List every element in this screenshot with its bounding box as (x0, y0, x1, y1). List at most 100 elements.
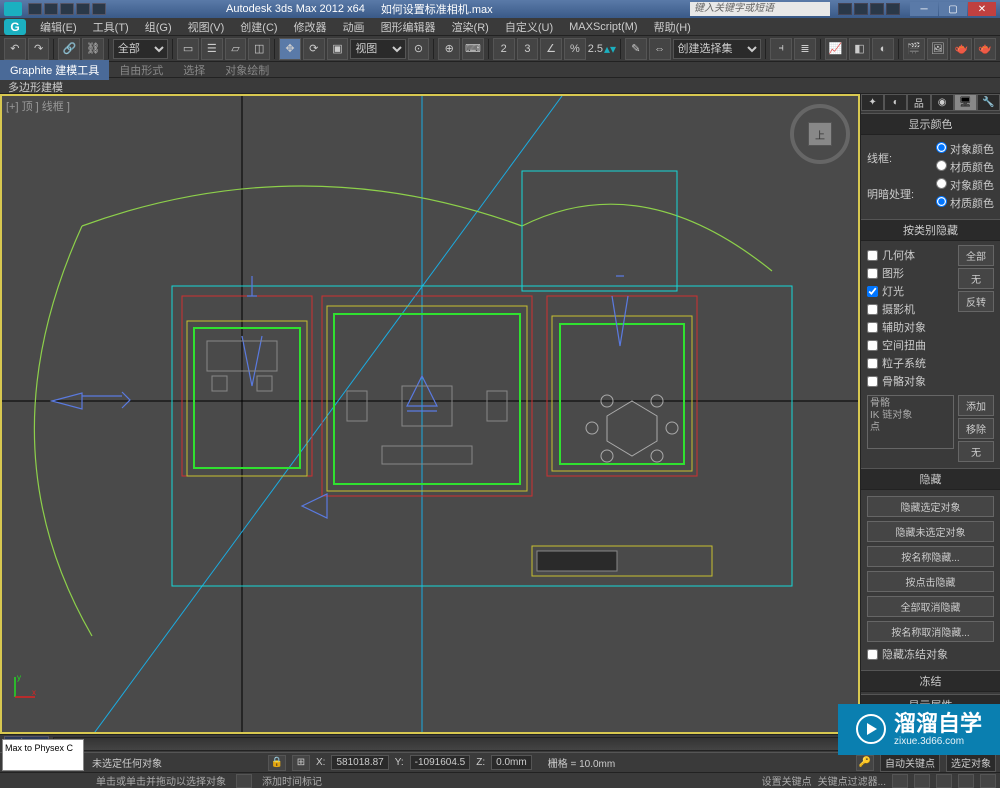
btn-none2[interactable]: 无 (958, 441, 994, 462)
btn-unhide-by-name[interactable]: 按名称取消隐藏... (867, 621, 994, 642)
play-start-icon[interactable] (892, 774, 908, 788)
layers-button[interactable]: ≣ (794, 38, 816, 60)
btn-none[interactable]: 无 (958, 268, 994, 289)
use-center-button[interactable]: ⊙ (408, 38, 430, 60)
qat-save-icon[interactable] (60, 3, 74, 15)
qat-undo-icon[interactable] (76, 3, 90, 15)
x-coord-input[interactable]: 581018.87 (331, 755, 388, 770)
abs-rel-icon[interactable]: ⊞ (292, 755, 310, 771)
ribbon-tab-paint[interactable]: 对象绘制 (215, 60, 279, 80)
undo-button[interactable]: ↶ (4, 38, 26, 60)
radio-wf-obj[interactable]: 对象颜色 (936, 141, 994, 157)
check-particles[interactable]: 粒子系统 (867, 355, 954, 371)
percent-snap-button[interactable]: % (564, 38, 586, 60)
menu-views[interactable]: 视图(V) (180, 19, 233, 35)
material-editor-button[interactable]: ◐ (872, 38, 894, 60)
keyboard-shortcut-button[interactable]: ⌨ (462, 38, 484, 60)
btn-add[interactable]: 添加 (958, 395, 994, 416)
ribbon-tab-graphite[interactable]: Graphite 建模工具 (0, 60, 109, 80)
maximize-button[interactable]: ▢ (939, 2, 967, 16)
setkey-button[interactable]: 设置关键点 (762, 773, 812, 788)
menu-animation[interactable]: 动画 (335, 19, 373, 35)
play-end-icon[interactable] (980, 774, 996, 788)
selected-key-dropdown[interactable]: 选定对象 (946, 753, 996, 772)
tab-modify[interactable]: ◐ (884, 94, 907, 111)
menu-modifiers[interactable]: 修改器 (286, 19, 335, 35)
select-move-button[interactable]: ✥ (279, 38, 301, 60)
rollout-header[interactable]: 冻结 (861, 670, 1000, 692)
check-spacewarps[interactable]: 空间扭曲 (867, 337, 954, 353)
unlink-button[interactable]: ⛓ (82, 38, 104, 60)
y-coord-input[interactable]: -1091604.5 (410, 755, 471, 770)
infocenter-icon[interactable] (838, 3, 852, 15)
lock-selection-icon[interactable]: 🔒 (268, 755, 286, 771)
maxscript-listener[interactable]: Max to Physex C (2, 739, 84, 771)
check-shapes[interactable]: 图形 (867, 265, 954, 281)
viewport-top[interactable]: [+] 顶 ] 线框 ] 上 (0, 94, 860, 734)
named-sel-edit-button[interactable]: ✎ (625, 38, 647, 60)
rollout-header[interactable]: 显示颜色 (861, 113, 1000, 135)
menu-group[interactable]: 组(G) (137, 19, 180, 35)
menu-create[interactable]: 创建(C) (232, 19, 285, 35)
radio-sh-mat[interactable]: 材质颜色 (936, 195, 994, 211)
menu-graph-editors[interactable]: 图形编辑器 (373, 19, 444, 35)
mirror-button[interactable]: ⇔ (649, 38, 671, 60)
snap-2d-button[interactable]: 2 (493, 38, 515, 60)
application-menu-button[interactable]: G (4, 19, 26, 35)
btn-hide-by-name[interactable]: 按名称隐藏... (867, 546, 994, 567)
signin-icon[interactable] (854, 3, 868, 15)
ribbon-panel-label[interactable]: 多边形建模 (0, 78, 1000, 94)
menu-edit[interactable]: 编辑(E) (32, 19, 85, 35)
qat-new-icon[interactable] (28, 3, 42, 15)
render-setup-button[interactable]: 🎬 (903, 38, 925, 60)
menu-customize[interactable]: 自定义(U) (497, 19, 561, 35)
viewcube-face[interactable]: 上 (808, 122, 832, 146)
tab-display[interactable]: 🖥 (954, 94, 977, 111)
check-cameras[interactable]: 摄影机 (867, 301, 954, 317)
tab-create[interactable]: ✦ (861, 94, 884, 111)
radio-wf-mat[interactable]: 材质颜色 (936, 159, 994, 175)
curve-editor-button[interactable]: 📈 (825, 38, 847, 60)
select-region-button[interactable]: ▱ (225, 38, 247, 60)
selection-filter-dropdown[interactable]: 全部 (113, 39, 168, 59)
key-filters-button[interactable]: 关键点过滤器... (818, 773, 886, 788)
ref-coord-dropdown[interactable]: 视图 (350, 39, 405, 59)
manipulate-button[interactable]: ⊕ (438, 38, 460, 60)
check-helpers[interactable]: 辅助对象 (867, 319, 954, 335)
autokey-button[interactable]: 自动关键点 (880, 753, 940, 772)
rollout-header[interactable]: 隐藏 (861, 468, 1000, 490)
btn-invert[interactable]: 反转 (958, 291, 994, 312)
tab-hierarchy[interactable]: 品 (907, 94, 930, 111)
viewport-label[interactable]: [+] 顶 ] 线框 ] (6, 98, 70, 114)
check-geometry[interactable]: 几何体 (867, 247, 954, 263)
select-scale-button[interactable]: ▣ (327, 38, 349, 60)
render-button[interactable]: 🫖 (950, 38, 972, 60)
menu-help[interactable]: 帮助(H) (646, 19, 699, 35)
render-prod-button[interactable]: 🫖 (974, 38, 996, 60)
menu-rendering[interactable]: 渲染(R) (444, 19, 497, 35)
link-button[interactable]: 🔗 (58, 38, 80, 60)
check-freeze-hidden[interactable]: 隐藏冻结对象 (867, 646, 994, 662)
btn-hide-selected[interactable]: 隐藏选定对象 (867, 496, 994, 517)
schematic-view-button[interactable]: ◧ (849, 38, 871, 60)
btn-hide-by-hit[interactable]: 按点击隐藏 (867, 571, 994, 592)
check-lights[interactable]: 灯光 (867, 283, 954, 299)
select-by-name-button[interactable]: ☰ (201, 38, 223, 60)
render-frame-button[interactable]: 🖼 (927, 38, 949, 60)
close-button[interactable]: ✕ (968, 2, 996, 16)
qat-open-icon[interactable] (44, 3, 58, 15)
select-object-button[interactable]: ▭ (177, 38, 199, 60)
spinner-value[interactable]: 2.5▴▾ (588, 42, 616, 56)
snap-3d-button[interactable]: 3 (517, 38, 539, 60)
btn-remove[interactable]: 移除 (958, 418, 994, 439)
qat-redo-icon[interactable] (92, 3, 106, 15)
key-mode-icon[interactable]: 🔑 (856, 755, 874, 771)
ribbon-tab-freeform[interactable]: 自由形式 (109, 60, 173, 80)
play-next-icon[interactable] (958, 774, 974, 788)
ribbon-tab-selection[interactable]: 选择 (173, 60, 215, 80)
z-coord-input[interactable]: 0.0mm (491, 755, 532, 770)
btn-all[interactable]: 全部 (958, 245, 994, 266)
play-prev-icon[interactable] (914, 774, 930, 788)
viewcube[interactable]: 上 (790, 104, 850, 164)
time-tag-icon[interactable] (236, 774, 252, 788)
